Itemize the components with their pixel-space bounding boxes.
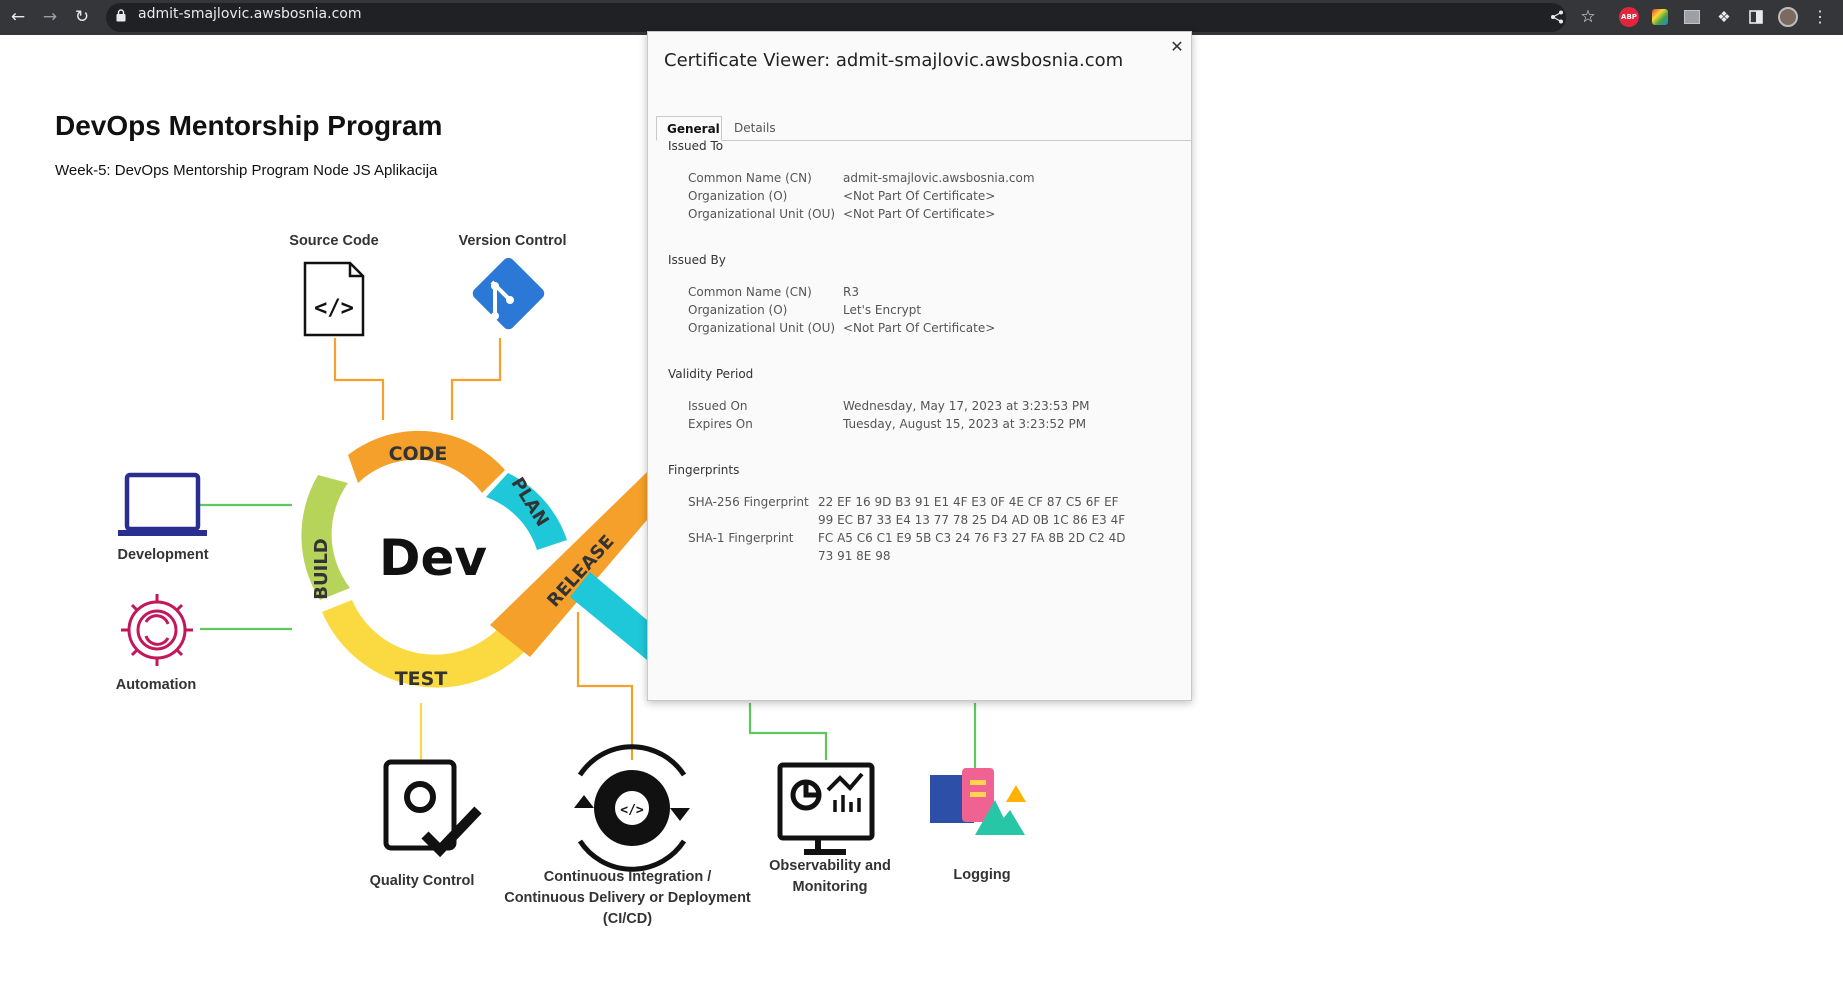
cicd-label-line-3: (CI/CD) bbox=[602, 911, 653, 927]
logging-label: Logging bbox=[953, 867, 1011, 883]
cicd-gear-icon: </> bbox=[574, 744, 690, 872]
quality-control-icon bbox=[383, 759, 482, 858]
source-code-icon: </> bbox=[303, 261, 365, 337]
field-key: Organizational Unit (OU) bbox=[688, 207, 836, 221]
version-control-label: Version Control bbox=[458, 233, 567, 249]
laptop-icon bbox=[118, 472, 207, 536]
issued-to-heading: Issued To bbox=[668, 139, 724, 153]
monitor-icon bbox=[777, 762, 875, 855]
quality-control-label: Quality Control bbox=[369, 873, 475, 889]
field-value: <Not Part Of Certificate> bbox=[843, 189, 996, 203]
field-value: R3 bbox=[843, 285, 859, 299]
observability-label-line-2: Monitoring bbox=[792, 879, 868, 895]
close-icon[interactable]: ✕ bbox=[1167, 37, 1187, 61]
dev-label: Dev bbox=[379, 529, 487, 587]
field-value: Wednesday, May 17, 2023 at 3:23:53 PM bbox=[843, 399, 1090, 413]
svg-text:</>: </> bbox=[620, 803, 644, 818]
logging-icon bbox=[930, 768, 1026, 835]
build-segment-label: BUILD bbox=[311, 538, 332, 599]
code-segment-label: CODE bbox=[389, 443, 448, 465]
dialog-title: Certificate Viewer: admit-smajlovic.awsb… bbox=[664, 50, 1124, 71]
validity-heading: Validity Period bbox=[668, 367, 754, 381]
issued-by-heading: Issued By bbox=[668, 253, 726, 267]
cicd-label: Continuous Integration / Continuous Deli… bbox=[500, 867, 755, 930]
field-key: Organization (O) bbox=[688, 303, 788, 317]
observability-label-line-1: Observability and bbox=[769, 858, 891, 874]
field-value: admit-smajlovic.awsbosnia.com bbox=[843, 171, 1035, 185]
field-value: <Not Part Of Certificate> bbox=[843, 321, 996, 335]
sha256-line-1: 22 EF 16 9D B3 91 E1 4F E3 0F 4E CF 87 C… bbox=[818, 495, 1119, 509]
git-icon bbox=[472, 257, 545, 330]
tab-bar: General Details bbox=[656, 86, 1192, 141]
sha256-line-2: 99 EC B7 33 E4 13 77 78 25 D4 AD 0B 1C 8… bbox=[818, 513, 1126, 527]
field-key: Common Name (CN) bbox=[688, 171, 812, 185]
cicd-label-line-2: Continuous Delivery or Deployment bbox=[504, 890, 751, 906]
automation-label: Automation bbox=[115, 677, 197, 693]
development-label: Development bbox=[117, 547, 209, 563]
field-key: Issued On bbox=[688, 399, 748, 413]
test-segment-label: TEST bbox=[395, 668, 448, 690]
source-code-label: Source Code bbox=[289, 233, 379, 249]
observability-label: Observability and Monitoring bbox=[750, 856, 910, 898]
sha1-line-2: 73 91 8E 98 bbox=[818, 549, 891, 563]
cicd-label-line-1: Continuous Integration / bbox=[543, 869, 712, 885]
svg-text:</>: </> bbox=[314, 296, 354, 321]
field-key: SHA-256 Fingerprint bbox=[688, 495, 809, 509]
fingerprints-heading: Fingerprints bbox=[668, 463, 740, 477]
tab-details[interactable]: Details bbox=[724, 116, 786, 141]
field-key: Organizational Unit (OU) bbox=[688, 321, 836, 335]
field-value: <Not Part Of Certificate> bbox=[843, 207, 996, 221]
field-value: Tuesday, August 15, 2023 at 3:23:52 PM bbox=[843, 417, 1087, 431]
field-key: SHA-1 Fingerprint bbox=[688, 531, 794, 545]
tab-general[interactable]: General bbox=[656, 116, 722, 141]
field-key: Organization (O) bbox=[688, 189, 788, 203]
field-value: Let's Encrypt bbox=[843, 303, 922, 317]
field-key: Expires On bbox=[688, 417, 753, 431]
field-key: Common Name (CN) bbox=[688, 285, 812, 299]
sha1-line-1: FC A5 C6 C1 E9 5B C3 24 76 F3 27 FA 8B 2… bbox=[818, 531, 1126, 545]
certificate-viewer-dialog: Certificate Viewer: admit-smajlovic.awsb… bbox=[647, 31, 1192, 701]
automation-gear-icon bbox=[121, 594, 193, 666]
